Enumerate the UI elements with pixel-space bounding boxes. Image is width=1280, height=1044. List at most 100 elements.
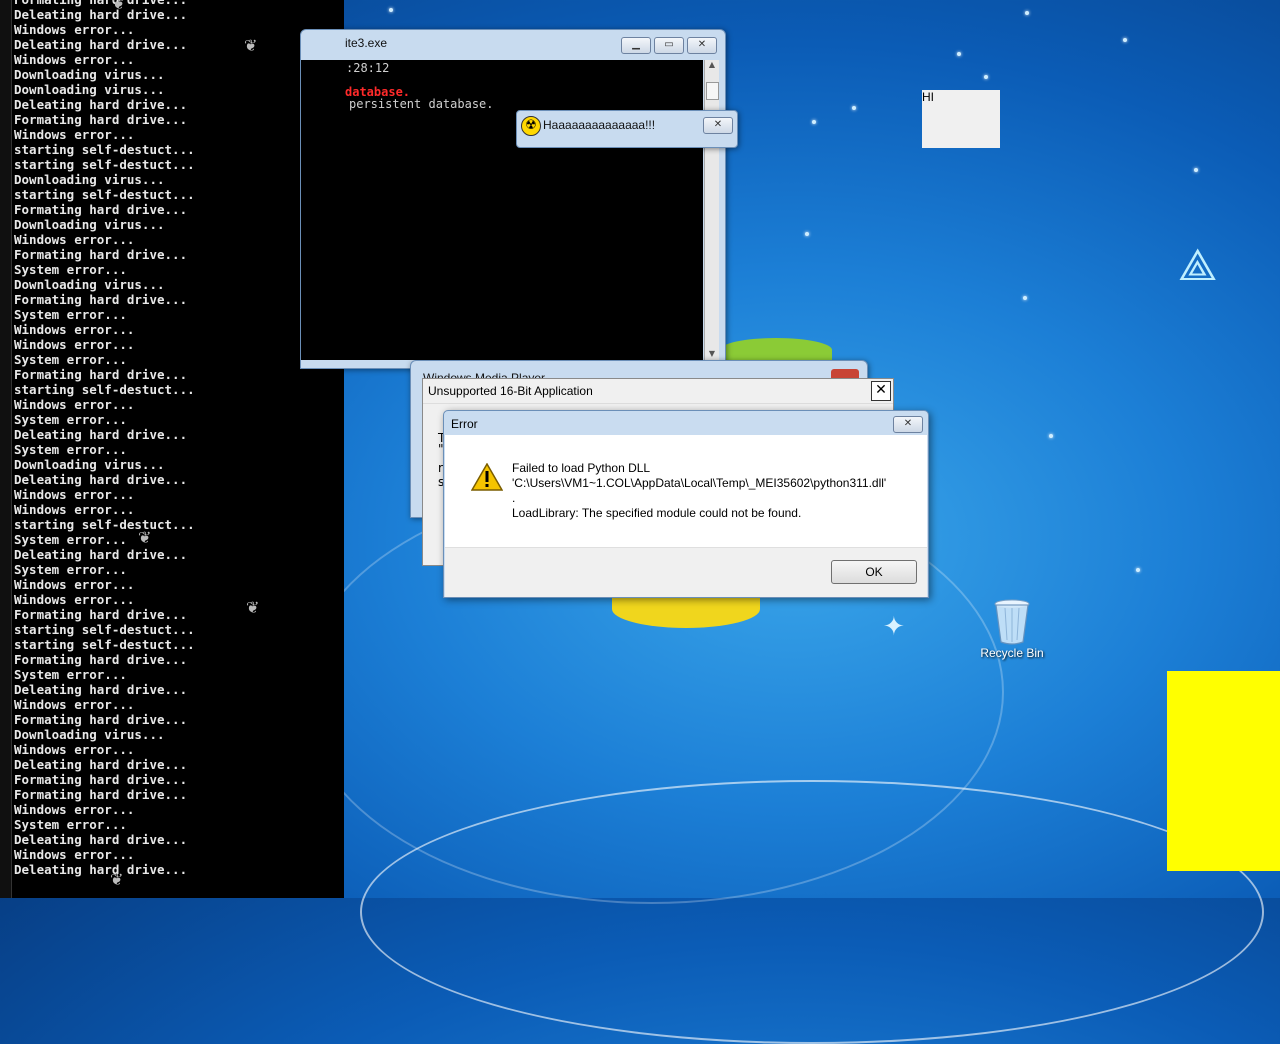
console-line: Formating hard drive... bbox=[14, 112, 188, 127]
console-line: Formating hard drive... bbox=[14, 292, 188, 307]
console-line: System error... bbox=[14, 532, 127, 547]
console-line: Downloading virus... bbox=[14, 217, 165, 232]
minimize-button[interactable]: ▁ bbox=[621, 37, 651, 54]
console-line: Downloading virus... bbox=[14, 727, 165, 742]
yellow-window[interactable] bbox=[1167, 671, 1280, 871]
console-line: Deleating hard drive... bbox=[14, 97, 188, 112]
haaa-dialog[interactable]: ☢ Haaaaaaaaaaaaaa!!! ✕ bbox=[516, 110, 738, 148]
recycle-bin-shortcut[interactable]: Recycle Bin bbox=[978, 598, 1046, 660]
error-path: 'C:\Users\VM1~1.COL\AppData\Local\Temp\_… bbox=[512, 476, 887, 490]
console-line: Formating hard drive... bbox=[14, 772, 188, 787]
snowflake bbox=[1023, 296, 1027, 300]
console-line: Windows error... bbox=[14, 802, 135, 817]
window-title: ite3.exe bbox=[345, 36, 388, 50]
scroll-thumb[interactable] bbox=[706, 82, 719, 100]
dialog-title: Unsupported 16-Bit Application bbox=[428, 384, 593, 398]
console-line: starting self-destuct... bbox=[14, 157, 195, 172]
console-line: starting self-destuct... bbox=[14, 187, 195, 202]
console-line: System error... bbox=[14, 817, 127, 832]
console-line: Deleating hard drive... bbox=[14, 472, 188, 487]
console-line: Windows error... bbox=[14, 337, 135, 352]
fly-icon: ❦ bbox=[244, 36, 258, 55]
console-line: Deleating hard drive... bbox=[14, 682, 188, 697]
console-line: Deleating hard drive... bbox=[14, 862, 188, 877]
console-line: starting self-destuct... bbox=[14, 382, 195, 397]
console-line: Formating hard drive... bbox=[14, 247, 188, 262]
console-line: Windows error... bbox=[14, 52, 135, 67]
radiation-icon: ☢ bbox=[521, 116, 541, 136]
sqlite-console-window[interactable]: ite3.exe ▁ ▭ ✕ :28:12 database. persiste… bbox=[300, 29, 726, 369]
console-line: Formating hard drive... bbox=[14, 652, 188, 667]
console-line: System error... bbox=[14, 262, 127, 277]
console-line: Windows error... bbox=[14, 502, 135, 517]
error-dialog[interactable]: Error ✕ Failed to load Python DLL 'C:\Us… bbox=[443, 410, 929, 598]
console-window[interactable]: Formating hard drive...Deleating hard dr… bbox=[0, 0, 344, 898]
error-message: Failed to load Python DLL 'C:\Users\VM1~… bbox=[512, 461, 886, 521]
vertical-scrollbar[interactable]: ▲ ▼ bbox=[704, 60, 719, 360]
sparkle-icon: ✦ bbox=[883, 612, 905, 642]
snowflake bbox=[852, 106, 856, 110]
recycle-bin-label: Recycle Bin bbox=[980, 646, 1044, 660]
wallpaper-leaf bbox=[720, 338, 832, 362]
console-line: Formating hard drive... bbox=[14, 607, 188, 622]
hi-label: HI bbox=[922, 90, 934, 104]
console-line: Windows error... bbox=[14, 127, 135, 142]
console-line: Deleating hard drive... bbox=[14, 547, 188, 562]
scroll-down-icon[interactable]: ▼ bbox=[705, 349, 719, 358]
fly-icon: ❦ bbox=[246, 598, 260, 617]
error-line: . bbox=[512, 491, 516, 505]
snowflake bbox=[984, 75, 988, 79]
console-line: starting self-destuct... bbox=[14, 517, 195, 532]
hi-window[interactable]: HI bbox=[922, 90, 1000, 148]
console-line: System error... bbox=[14, 667, 127, 682]
console-line: Deleating hard drive... bbox=[14, 37, 188, 52]
console-line: starting self-destuct... bbox=[14, 637, 195, 652]
snowflake bbox=[1136, 568, 1140, 572]
dialog-title: Haaaaaaaaaaaaaa!!! bbox=[543, 118, 656, 132]
title-bar: Unsupported 16-Bit Application ✕ bbox=[423, 379, 893, 404]
dialog-content: Failed to load Python DLL 'C:\Users\VM1~… bbox=[445, 435, 927, 547]
console-line: Downloading virus... bbox=[14, 277, 165, 292]
console-line: System error... bbox=[14, 442, 127, 457]
close-button[interactable]: ✕ bbox=[893, 416, 923, 433]
snowflake bbox=[1123, 38, 1127, 42]
fly-icon: ❦ bbox=[112, 0, 126, 13]
fly-icon: ❦ bbox=[138, 528, 152, 547]
recycle-bin-icon bbox=[994, 599, 1030, 645]
dialog-title: Error bbox=[451, 417, 478, 431]
console-line: Windows error... bbox=[14, 22, 135, 37]
console-line: System error... bbox=[14, 562, 127, 577]
console-line: System error... bbox=[14, 412, 127, 427]
console-line: Downloading virus... bbox=[14, 82, 165, 97]
console-line: Downloading virus... bbox=[14, 67, 165, 82]
console-line: Windows error... bbox=[14, 577, 135, 592]
console-line: Windows error... bbox=[14, 487, 135, 502]
ok-button[interactable]: OK bbox=[831, 560, 917, 584]
console-line: Deleating hard drive... bbox=[14, 757, 188, 772]
console-output: Formating hard drive...Deleating hard dr… bbox=[14, 0, 195, 877]
close-button[interactable]: ✕ bbox=[687, 37, 717, 54]
console-line: Windows error... bbox=[14, 592, 135, 607]
snowflake bbox=[805, 232, 809, 236]
console-line: Windows error... bbox=[14, 322, 135, 337]
snowflake bbox=[1194, 168, 1198, 172]
fly-icon: ❦ bbox=[110, 870, 124, 889]
snowflake bbox=[389, 8, 393, 12]
error-line: LoadLibrary: The specified module could … bbox=[512, 506, 802, 520]
snowflake bbox=[1049, 434, 1053, 438]
warning-icon bbox=[471, 463, 503, 491]
console-line: starting self-destuct... bbox=[14, 622, 195, 637]
console-line: Deleating hard drive... bbox=[14, 427, 188, 442]
console-line: Windows error... bbox=[14, 697, 135, 712]
console-line: :28:12 bbox=[346, 61, 390, 75]
close-button[interactable]: ✕ bbox=[703, 117, 733, 134]
scroll-up-icon[interactable]: ▲ bbox=[705, 60, 719, 69]
console-line: persistent database. bbox=[349, 97, 494, 111]
dialog-footer: OK bbox=[445, 547, 927, 597]
console-line: Formating hard drive... bbox=[14, 367, 188, 382]
console-line: Formating hard drive... bbox=[14, 0, 195, 7]
console-line: Formating hard drive... bbox=[14, 202, 188, 217]
maximize-button[interactable]: ▭ bbox=[654, 37, 684, 54]
console-line: Windows error... bbox=[14, 232, 135, 247]
close-button[interactable]: ✕ bbox=[871, 381, 891, 401]
